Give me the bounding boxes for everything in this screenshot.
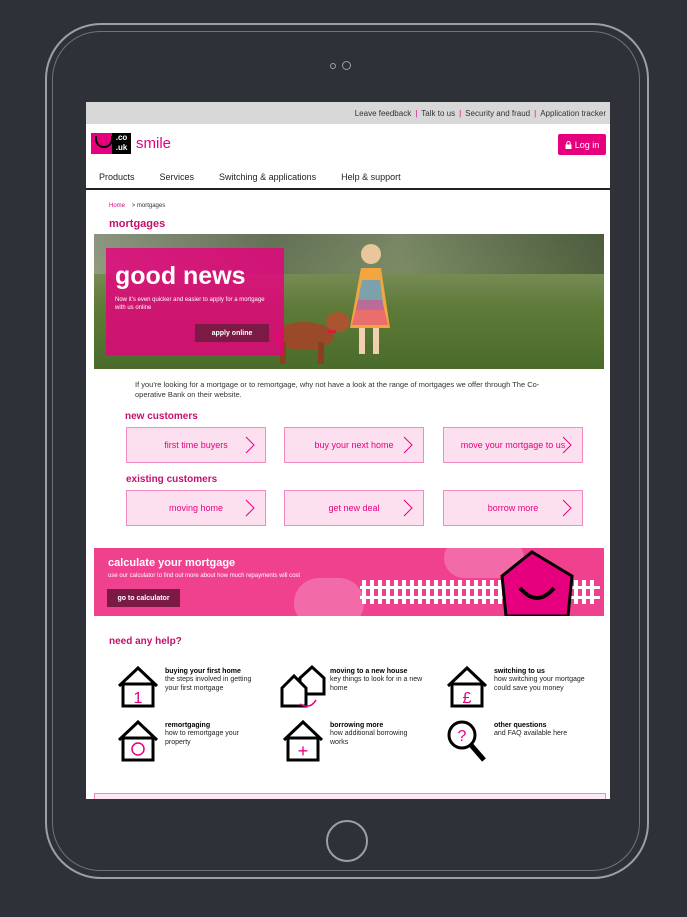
promo-text: Now it's even quicker and easier to appl… [115, 297, 265, 311]
tablet-home-button[interactable] [326, 820, 368, 862]
nav-help[interactable]: Help & support [341, 172, 401, 182]
help-item-title: borrowing more [330, 722, 384, 729]
help-item-desc: how switching your mortgage could save y… [494, 676, 585, 692]
lock-icon [565, 140, 572, 149]
svg-text:+: + [298, 741, 309, 761]
magnifier-question-icon: ? [447, 720, 486, 762]
two-houses-icon [280, 664, 326, 708]
logo-co: .co [115, 133, 128, 142]
good-news-promo: good news Now it's even quicker and easi… [106, 248, 284, 355]
breadcrumb: Home > mortgages [109, 203, 165, 209]
help-other-questions[interactable]: ? other questions and FAQ available here [444, 718, 594, 764]
help-remortgaging[interactable]: remortgaging how to remortgage your prop… [115, 718, 265, 764]
security-fraud-link[interactable]: Security and fraud [465, 109, 530, 118]
tile-label: buy your next home [314, 440, 394, 450]
talk-to-us-link[interactable]: Talk to us [421, 109, 455, 118]
calculator-banner: calculate your mortgage use our calculat… [94, 548, 604, 616]
house-refresh-icon [117, 719, 159, 762]
svg-text:?: ? [458, 728, 467, 745]
page-title: mortgages [109, 218, 166, 230]
tile-buy-next-home[interactable]: buy your next home [284, 427, 424, 463]
help-heading: need any help? [109, 636, 182, 647]
tile-move-mortgage[interactable]: move your mortgage to us [443, 427, 583, 463]
nav-services[interactable]: Services [160, 172, 195, 182]
tile-label: move your mortgage to us [460, 440, 566, 450]
help-switching-to-us[interactable]: £ switching to us how switching your mor… [444, 664, 594, 710]
help-item-title: switching to us [494, 668, 545, 675]
promo-headline: good news [115, 262, 246, 290]
leave-feedback-link[interactable]: Leave feedback [355, 109, 412, 118]
calculator-heading: calculate your mortgage [108, 557, 236, 569]
logo-uk: .uk [115, 143, 128, 152]
chevron-right-icon [245, 499, 255, 517]
header: .co .uk smile Log in [86, 124, 610, 166]
chevron-right-icon [562, 436, 572, 454]
hero-banner: good news Now it's even quicker and easi… [94, 234, 604, 369]
breadcrumb-current: > mortgages [131, 203, 166, 209]
house-one-icon: 1 [117, 665, 159, 708]
tile-label: first time buyers [164, 440, 228, 450]
separator: | [459, 108, 462, 118]
main-nav: Products Services Switching & applicatio… [86, 166, 610, 190]
tile-get-new-deal[interactable]: get new deal [284, 490, 424, 526]
help-borrowing-more[interactable]: + borrowing more how additional borrowin… [280, 718, 430, 764]
logo-domain: .co .uk [112, 133, 131, 154]
help-item-title: other questions [494, 722, 547, 729]
help-item-desc: how additional borrowing works [330, 730, 408, 746]
logo-text: smile [136, 135, 172, 152]
go-to-calculator-button[interactable]: go to calculator [107, 589, 180, 607]
nav-products[interactable]: Products [99, 172, 135, 182]
tile-label: get new deal [328, 503, 380, 513]
house-plus-icon: + [282, 719, 324, 762]
help-item-desc: and FAQ available here [494, 730, 568, 737]
tile-first-time-buyers[interactable]: first time buyers [126, 427, 266, 463]
existing-customers-heading: existing customers [126, 474, 218, 485]
svg-text:£: £ [463, 690, 472, 707]
application-tracker-link[interactable]: Application tracker [540, 109, 606, 118]
separator: | [415, 108, 418, 118]
smile-logo[interactable]: .co .uk [91, 133, 131, 154]
new-customers-heading: new customers [125, 411, 198, 422]
smile-icon [95, 136, 113, 148]
help-item-title: moving to a new house [330, 668, 408, 675]
footer-banner [94, 793, 606, 799]
tile-borrow-more[interactable]: borrow more [443, 490, 583, 526]
chevron-right-icon [403, 436, 413, 454]
help-item-desc: the steps involved in getting your first… [165, 676, 252, 692]
nav-switching[interactable]: Switching & applications [219, 172, 316, 182]
help-item-title: remortgaging [165, 722, 211, 729]
separator: | [534, 108, 537, 118]
apply-online-button[interactable]: apply online [195, 324, 269, 342]
svg-text:1: 1 [134, 690, 143, 707]
chevron-right-icon [562, 499, 572, 517]
browser-screen: Leave feedback | Talk to us | Security a… [86, 102, 610, 799]
help-moving-new-house[interactable]: moving to a new house key things to look… [280, 664, 430, 710]
login-label: Log in [574, 139, 600, 150]
calculator-text: use our calculator to find out more abou… [108, 573, 301, 579]
intro-text: If you're looking for a mortgage or to r… [135, 380, 540, 399]
tile-label: moving home [168, 503, 224, 513]
utility-bar: Leave feedback | Talk to us | Security a… [86, 102, 610, 124]
help-item-desc: how to remortgage your property [165, 730, 239, 746]
camera-sensor-icon [330, 63, 336, 69]
cloud-decoration [294, 578, 364, 616]
chevron-right-icon [403, 499, 413, 517]
help-item-desc: key things to look for in a new home [330, 676, 423, 692]
camera-icon [342, 61, 351, 70]
fence-house-illustration [360, 550, 600, 616]
help-buying-first-home[interactable]: 1 buying your first home the steps invol… [115, 664, 265, 710]
breadcrumb-home[interactable]: Home [109, 203, 125, 209]
tile-moving-home[interactable]: moving home [126, 490, 266, 526]
tile-label: borrow more [487, 503, 539, 513]
chevron-right-icon [245, 436, 255, 454]
login-button[interactable]: Log in [558, 134, 606, 155]
house-pound-icon: £ [446, 665, 488, 708]
help-item-title: buying your first home [165, 668, 241, 675]
